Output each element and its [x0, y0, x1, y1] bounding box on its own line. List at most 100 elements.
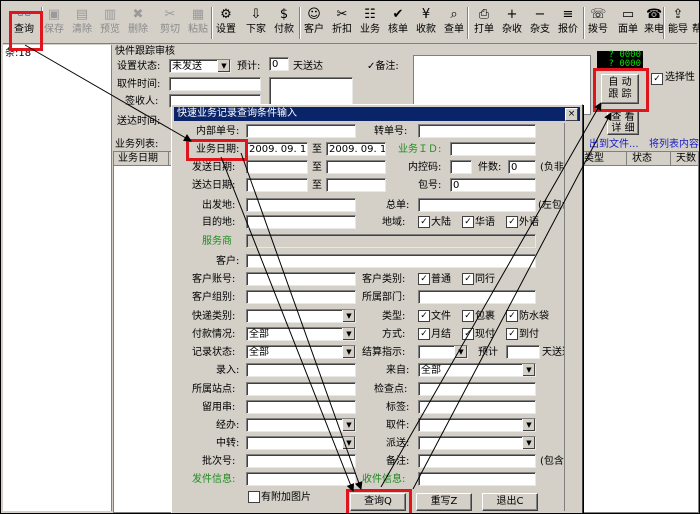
col-status[interactable]: 状态 [632, 152, 652, 165]
export-list-link[interactable]: 将列表内容 [649, 138, 699, 151]
dept-input[interactable] [418, 290, 536, 304]
cust-type-checkbox-1[interactable]: ✓ [418, 273, 430, 285]
express-type-select[interactable]: ▼ [246, 309, 356, 323]
toolbar-button-7[interactable]: ⚙ 设置 [213, 5, 239, 41]
reserve-input[interactable] [246, 400, 356, 414]
batch-input[interactable] [246, 454, 356, 468]
status-select[interactable]: 未发送 ▼ [169, 59, 231, 73]
chevron-down-icon[interactable]: ▼ [342, 346, 355, 358]
sender-input[interactable] [246, 472, 356, 486]
toolbar-button-12[interactable]: ☷ 业务 [357, 5, 383, 41]
internal-no-input[interactable] [246, 124, 356, 138]
package-input[interactable]: 0 [450, 178, 536, 192]
toolbar-button-10[interactable]: ☺ 客户 [301, 5, 327, 41]
origin-input[interactable] [246, 198, 356, 212]
chevron-down-icon[interactable]: ▼ [522, 419, 535, 431]
remark-input[interactable] [418, 454, 536, 468]
entry-input[interactable] [246, 363, 356, 377]
method-checkbox-1[interactable]: ✓ [418, 328, 430, 340]
transfer-no-input[interactable] [418, 124, 536, 138]
toolbar-button-6[interactable]: ▦ 粘贴 [185, 5, 211, 41]
toolbar-button-2[interactable]: ▤ 清除 [69, 5, 95, 41]
group-input[interactable] [246, 290, 356, 304]
send-date-to-input[interactable] [326, 160, 386, 174]
biz-id-input[interactable] [450, 142, 536, 156]
biz-date-from-input[interactable]: 2009. 09. 12 [246, 142, 308, 156]
deliver-date-from-input[interactable] [246, 178, 308, 192]
toolbar-button-23[interactable]: ⇪ 能导 [665, 5, 691, 41]
biz-date-to-input[interactable]: 2009. 09. 12 [326, 142, 386, 156]
record-status-select[interactable]: 全部 ▼ [246, 345, 356, 359]
col-days[interactable]: 天数 [676, 152, 696, 165]
toolbar-button-21[interactable]: ▭ 面单 [615, 5, 641, 41]
provider-input[interactable] [246, 234, 536, 248]
attach-checkbox[interactable] [248, 491, 260, 503]
toolbar-button-1[interactable]: ▣ 保存 [41, 5, 67, 41]
chevron-down-icon[interactable]: ▼ [342, 437, 355, 449]
payment-select[interactable]: 全部 ▼ [246, 327, 356, 341]
toolbar-button-15[interactable]: ⌕ 查单 [441, 5, 467, 41]
toolbar-button-20[interactable]: ☏ 拨号 [585, 5, 611, 41]
chevron-down-icon[interactable]: ▼ [342, 328, 355, 340]
toolbar-button-19[interactable]: ≡ 报价 [555, 5, 581, 41]
toolbar-button-16[interactable]: ⎙ 打单 [471, 5, 497, 41]
kind-checkbox-2[interactable]: ✓ [462, 310, 474, 322]
checkpoint-input[interactable] [418, 382, 536, 396]
reset-button[interactable]: 重写Z [416, 493, 472, 511]
region-checkbox-3[interactable]: ✓ [506, 216, 518, 228]
toolbar-button-13[interactable]: ✔ 核单 [385, 5, 411, 41]
chevron-down-icon[interactable]: ▼ [454, 346, 467, 358]
source-select[interactable]: 全部 ▼ [418, 363, 536, 377]
kind-checkbox-3[interactable]: ✓ [506, 310, 518, 322]
method-checkbox-3[interactable]: ✓ [506, 328, 518, 340]
toolbar-button-18[interactable]: − 杂支 [527, 5, 553, 41]
handler-select[interactable]: ▼ [246, 418, 356, 432]
chevron-down-icon[interactable]: ▼ [522, 437, 535, 449]
region-checkbox-1[interactable]: ✓ [418, 216, 430, 228]
dest-input[interactable] [246, 215, 356, 229]
pickup-time-input[interactable] [169, 77, 261, 91]
pieces-input[interactable]: 0 [508, 160, 536, 174]
exit-button[interactable]: 退出C [482, 493, 538, 511]
toolbar-button-24[interactable]: ? 帮助 [689, 5, 699, 41]
internal-code-input[interactable] [450, 160, 472, 174]
close-icon[interactable]: × [565, 108, 578, 121]
toolbar-button-4[interactable]: ✖ 删除 [125, 5, 151, 41]
toolbar-button-14[interactable]: ¥ 收款 [413, 5, 439, 41]
region-checkbox-2[interactable]: ✓ [462, 216, 474, 228]
dialog-title: 快速业务记录查询条件输入 [177, 108, 297, 119]
toolbar-button-3[interactable]: ▥ 预览 [97, 5, 123, 41]
account-input[interactable] [246, 272, 356, 286]
settle-days-input[interactable] [506, 345, 540, 359]
chevron-down-icon[interactable]: ▼ [522, 364, 535, 376]
chevron-down-icon[interactable]: ▼ [342, 419, 355, 431]
dispatch-select[interactable]: ▼ [418, 436, 536, 450]
customer-input[interactable] [246, 254, 536, 268]
tracking-note-input[interactable] [269, 77, 353, 105]
tag-input[interactable] [418, 400, 536, 414]
select-checkbox[interactable]: ✓ [651, 73, 663, 85]
pickup-select[interactable]: ▼ [418, 418, 536, 432]
transit-select[interactable]: ▼ [246, 436, 356, 450]
col-business-date[interactable]: 业务日期 [118, 152, 158, 165]
toolbar-button-5[interactable]: ✂ 剪切 [157, 5, 183, 41]
cust-type-checkbox-2[interactable]: ✓ [462, 273, 474, 285]
toolbar-button-8[interactable]: ⇩ 下家 [243, 5, 269, 41]
send-date-from-input[interactable] [246, 160, 308, 174]
receiver-input[interactable] [418, 472, 536, 486]
expected-days-input[interactable]: 0 [269, 57, 289, 71]
chevron-down-icon[interactable]: ▼ [342, 310, 355, 322]
kind-checkbox-1[interactable]: ✓ [418, 310, 430, 322]
site-input[interactable] [246, 382, 356, 396]
toolbar-button-11[interactable]: ✂ 折扣 [329, 5, 355, 41]
dialog-scrollbar[interactable] [564, 123, 579, 511]
toolbar-button-17[interactable]: + 杂收 [499, 5, 525, 41]
view-detail-button[interactable]: 查 看详 细 [607, 109, 639, 135]
settle-select[interactable]: ▼ [418, 345, 468, 359]
toolbar-button-9[interactable]: $ 付款 [271, 5, 297, 41]
deliver-date-to-input[interactable] [326, 178, 386, 192]
master-input[interactable] [418, 198, 536, 212]
method-checkbox-2[interactable]: ✓ [462, 328, 474, 340]
export-file-link[interactable]: 出到文件... [589, 138, 639, 151]
col-type[interactable]: 类型 [584, 152, 604, 165]
